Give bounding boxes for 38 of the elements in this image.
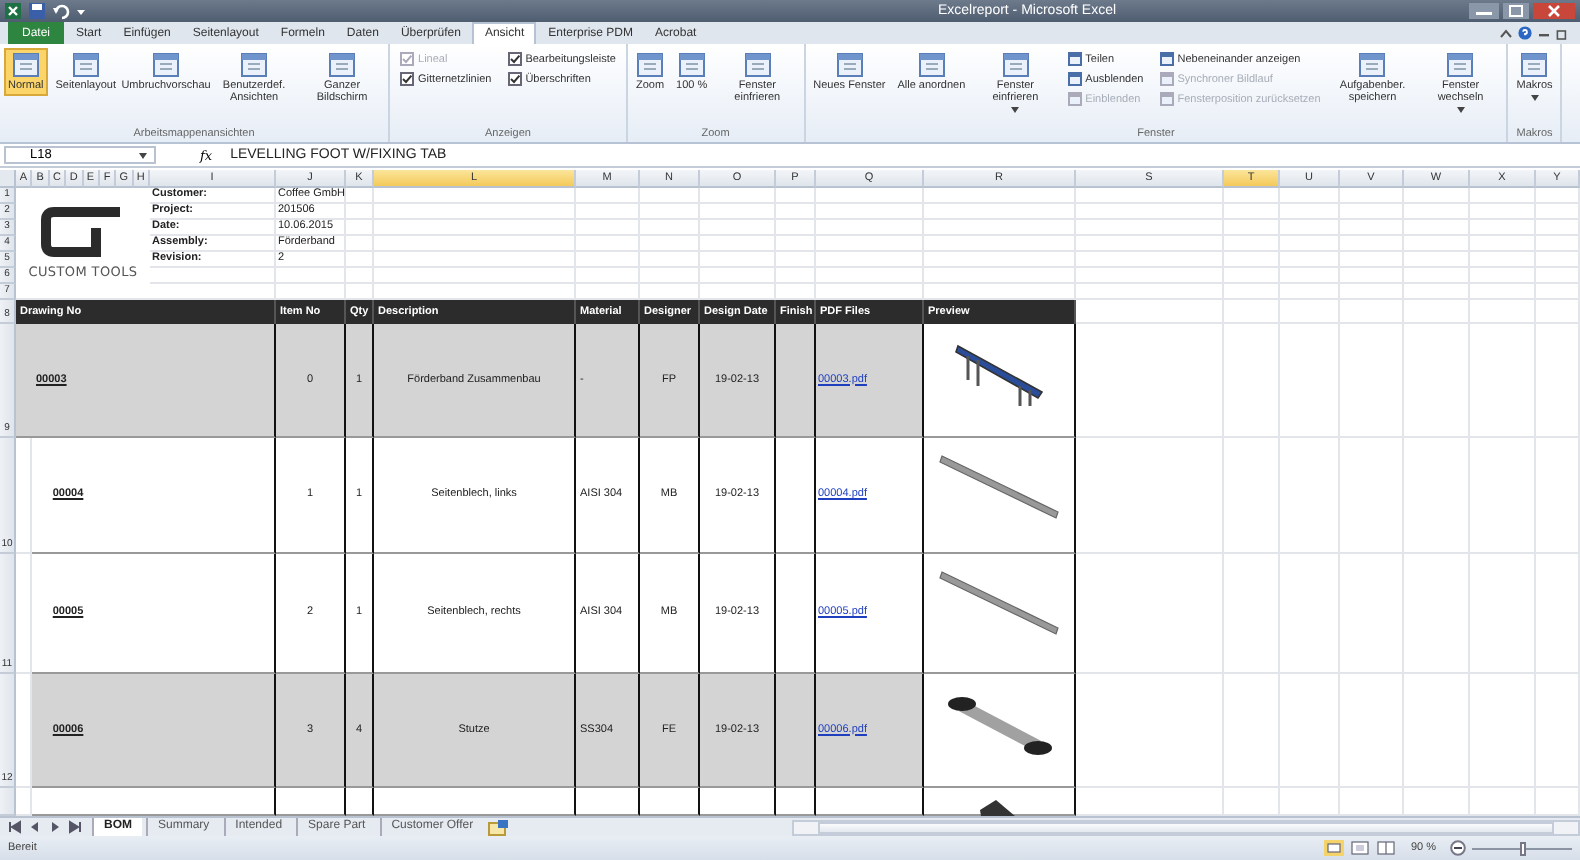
window-icon: [1520, 52, 1549, 78]
insert-sheet-icon[interactable]: [487, 819, 508, 835]
zoom-out-icon[interactable]: [1450, 840, 1466, 856]
close-icon[interactable]: [1532, 2, 1576, 20]
window-icon: [240, 52, 269, 78]
help-icon[interactable]: [1518, 26, 1532, 40]
window-icon: [1446, 52, 1475, 78]
zoom-slider-handle[interactable]: [1520, 841, 1526, 855]
window-icon: [636, 52, 664, 78]
caret-icon[interactable]: [1455, 106, 1466, 114]
window-icon: [1001, 52, 1030, 78]
window-icon: [835, 52, 864, 78]
window-icon: [328, 52, 357, 78]
window-icon: [152, 52, 181, 78]
window-icon: [917, 52, 946, 78]
caret-icon[interactable]: [1529, 94, 1540, 102]
rail-drawing: [937, 450, 1061, 522]
normal-view-icon[interactable]: [1324, 840, 1345, 856]
window-icon: [1358, 52, 1387, 78]
restore-icon[interactable]: [1556, 27, 1568, 39]
save-icon[interactable]: [28, 2, 46, 20]
last-sheet-icon[interactable]: [68, 820, 82, 834]
collapse-icon[interactable]: [1500, 27, 1512, 39]
window-icon: [11, 52, 40, 78]
window-icon: [677, 52, 706, 78]
first-sheet-icon[interactable]: [8, 820, 22, 834]
caret-icon[interactable]: [1010, 106, 1021, 114]
rail-drawing: [937, 566, 1061, 638]
page-break-icon[interactable]: [1376, 840, 1397, 856]
window-icon: [71, 52, 100, 78]
window-icon: [743, 52, 772, 78]
maximize-icon[interactable]: [1502, 2, 1530, 20]
page-layout-icon[interactable]: [1350, 840, 1371, 856]
horizontal-scrollbar[interactable]: [791, 819, 1580, 835]
caret-icon[interactable]: [138, 151, 148, 159]
excel-icon[interactable]: [4, 2, 22, 20]
minimize-icon[interactable]: [1468, 2, 1500, 20]
undo-icon[interactable]: [52, 2, 70, 20]
